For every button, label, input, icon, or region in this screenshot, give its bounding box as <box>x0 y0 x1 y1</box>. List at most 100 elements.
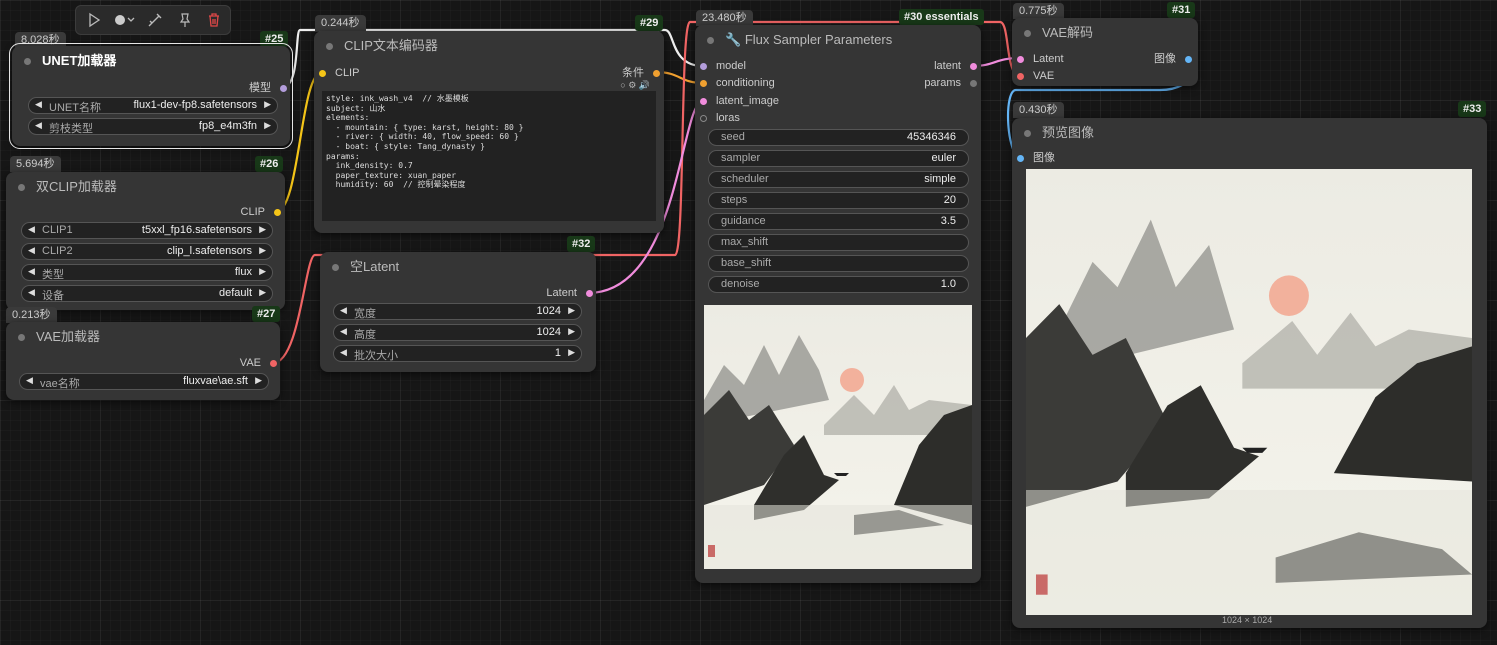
height-widget[interactable]: ◀ 高度 1024 ▶ <box>333 324 582 341</box>
clip1-widget[interactable]: ◀ CLIP1 t5xxl_fp16.safetensors ▶ <box>21 222 273 239</box>
sampler-latent-input[interactable]: latent_image <box>700 94 779 108</box>
width-widget[interactable]: ◀ 宽度 1024 ▶ <box>333 303 582 320</box>
arrow-right-icon[interactable]: ▶ <box>255 375 262 386</box>
model-slot-dot-icon[interactable] <box>700 63 707 70</box>
arrow-left-icon[interactable]: ◀ <box>35 120 42 131</box>
latent-slot-dot-icon[interactable] <box>970 63 977 70</box>
collapse-dot-icon[interactable] <box>332 264 339 271</box>
vae-slot-dot-icon[interactable] <box>270 360 277 367</box>
collapse-dot-icon[interactable] <box>707 37 714 44</box>
sampler-params-output[interactable]: params <box>924 76 977 90</box>
collapse-dot-icon[interactable] <box>326 43 333 50</box>
arrow-left-icon[interactable]: ◀ <box>28 266 35 277</box>
vae-slot-dot-icon[interactable] <box>1017 73 1024 80</box>
arrow-right-icon[interactable]: ▶ <box>259 224 266 235</box>
steps-widget[interactable]: steps 20 <box>708 192 969 209</box>
collapse-dot-icon[interactable] <box>24 58 31 65</box>
base-shift-widget[interactable]: base_shift <box>708 255 969 272</box>
empty-latent-node[interactable]: 空Latent Latent ◀ 宽度 1024 ▶ ◀ 高度 1024 ▶ ◀ 批次大小 1 ▶ <box>320 252 596 372</box>
latent-slot-dot-icon[interactable] <box>586 290 593 297</box>
clipenc-conditioning-output[interactable]: 条件 <box>622 66 660 80</box>
arrow-right-icon[interactable]: ▶ <box>259 245 266 256</box>
collapse-dot-icon[interactable] <box>18 184 25 191</box>
sampler-preview-image[interactable] <box>704 305 972 569</box>
sampler-model-input[interactable]: model <box>700 59 746 73</box>
arrow-left-icon[interactable]: ◀ <box>28 224 35 235</box>
vaeloader-vae-output[interactable]: VAE <box>240 356 277 370</box>
sampler-time-badge: 23.480秒 <box>696 10 753 26</box>
denoise-widget[interactable]: denoise 1.0 <box>708 276 969 293</box>
unet-name-widget[interactable]: ◀ UNET名称 flux1-dev-fp8.safetensors ▶ <box>28 97 278 114</box>
prompt-textarea[interactable]: style: ink_wash_v4 // 水墨模板 subject: 山水 e… <box>322 91 656 221</box>
image-slot-dot-icon[interactable] <box>1017 155 1024 162</box>
scheduler-widget[interactable]: scheduler simple <box>708 171 969 188</box>
arrow-left-icon[interactable]: ◀ <box>35 99 42 110</box>
sampler-loras-input[interactable]: loras <box>700 111 740 125</box>
arrow-right-icon[interactable]: ▶ <box>259 287 266 298</box>
vae-loader-node[interactable]: VAE加载器 VAE ◀ vae名称 fluxvae\ae.sft ▶ <box>6 322 280 400</box>
arrow-left-icon[interactable]: ◀ <box>340 347 347 358</box>
batch-size-widget[interactable]: ◀ 批次大小 1 ▶ <box>333 345 582 362</box>
vaedecode-image-output[interactable]: 图像 <box>1154 52 1192 66</box>
arrow-right-icon[interactable]: ▶ <box>568 305 575 316</box>
model-slot-dot-icon[interactable] <box>280 85 287 92</box>
clipenc-clip-input[interactable]: CLIP <box>319 66 359 80</box>
gear-icon[interactable]: ⚙ <box>628 80 636 90</box>
clip-slot-dot-icon[interactable] <box>319 70 326 77</box>
node-toolbar <box>75 5 231 35</box>
circle-icon[interactable]: ○ <box>620 80 625 90</box>
flux-sampler-node[interactable]: 🔧 Flux Sampler Parameters model conditio… <box>695 25 981 583</box>
clip-device-widget[interactable]: ◀ 设备 default ▶ <box>21 285 273 302</box>
unet-loader-node[interactable]: UNET加载器 模型 ◀ UNET名称 flux1-dev-fp8.safetens… <box>9 43 293 149</box>
unet-model-output[interactable]: 模型 <box>249 81 287 95</box>
arrow-left-icon[interactable]: ◀ <box>28 245 35 256</box>
seed-widget[interactable]: seed 45346346 <box>708 129 969 146</box>
arrow-right-icon[interactable]: ▶ <box>264 120 271 131</box>
max-shift-widget[interactable]: max_shift <box>708 234 969 251</box>
arrow-left-icon[interactable]: ◀ <box>340 326 347 337</box>
arrow-right-icon[interactable]: ▶ <box>259 266 266 277</box>
loras-slot-dot-icon[interactable] <box>700 115 707 122</box>
arrow-right-icon[interactable]: ▶ <box>568 347 575 358</box>
latent-slot-dot-icon[interactable] <box>1017 56 1024 63</box>
vaedecode-latent-input[interactable]: Latent <box>1017 52 1064 66</box>
clip-slot-dot-icon[interactable] <box>274 209 281 216</box>
delete-icon[interactable] <box>205 11 223 29</box>
clip-type-widget[interactable]: ◀ 类型 flux ▶ <box>21 264 273 281</box>
unet-dtype-widget[interactable]: ◀ 剪枝类型 fp8_e4m3fn ▶ <box>28 118 278 135</box>
sampler-conditioning-input[interactable]: conditioning <box>700 76 775 90</box>
collapse-dot-icon[interactable] <box>1024 130 1031 137</box>
arrow-left-icon[interactable]: ◀ <box>340 305 347 316</box>
conditioning-slot-dot-icon[interactable] <box>700 80 707 87</box>
output-preview-image[interactable] <box>1026 169 1472 615</box>
vaedecode-vae-input[interactable]: VAE <box>1017 69 1054 83</box>
pin-icon[interactable] <box>176 11 194 29</box>
wrench-icon: 🔧 <box>725 32 745 47</box>
dualclip-loader-node[interactable]: 双CLIP加载器 CLIP ◀ CLIP1 t5xxl_fp16.safetenso… <box>6 172 285 310</box>
arrow-right-icon[interactable]: ▶ <box>264 99 271 110</box>
arrow-right-icon[interactable]: ▶ <box>568 326 575 337</box>
preview-image-node[interactable]: 预览图像 图像 1024 × 1024 <box>1012 118 1487 628</box>
latent-output[interactable]: Latent <box>546 286 593 300</box>
bypass-icon[interactable] <box>146 11 164 29</box>
vae-decode-node[interactable]: VAE解码 Latent VAE 图像 <box>1012 18 1198 86</box>
collapse-dot-icon[interactable] <box>1024 30 1031 37</box>
speaker-icon[interactable]: 🔊 <box>639 80 650 90</box>
dualclip-clip-output[interactable]: CLIP <box>241 205 281 219</box>
arrow-left-icon[interactable]: ◀ <box>26 375 33 386</box>
record-icon[interactable] <box>112 11 136 29</box>
collapse-dot-icon[interactable] <box>18 334 25 341</box>
arrow-left-icon[interactable]: ◀ <box>28 287 35 298</box>
play-icon[interactable] <box>85 11 103 29</box>
conditioning-slot-dot-icon[interactable] <box>653 70 660 77</box>
clip2-widget[interactable]: ◀ CLIP2 clip_l.safetensors ▶ <box>21 243 273 260</box>
preview-image-input[interactable]: 图像 <box>1017 151 1055 165</box>
image-slot-dot-icon[interactable] <box>1185 56 1192 63</box>
sampler-latent-output[interactable]: latent <box>934 59 977 73</box>
guidance-widget[interactable]: guidance 3.5 <box>708 213 969 230</box>
params-slot-dot-icon[interactable] <box>970 80 977 87</box>
latent-slot-dot-icon[interactable] <box>700 98 707 105</box>
vae-name-widget[interactable]: ◀ vae名称 fluxvae\ae.sft ▶ <box>19 373 269 390</box>
clip-text-encoder-node[interactable]: CLIP文本编码器 CLIP 条件 ○ ⚙ 🔊 style: ink_wash_… <box>314 31 664 233</box>
sampler-name-widget[interactable]: sampler euler <box>708 150 969 167</box>
